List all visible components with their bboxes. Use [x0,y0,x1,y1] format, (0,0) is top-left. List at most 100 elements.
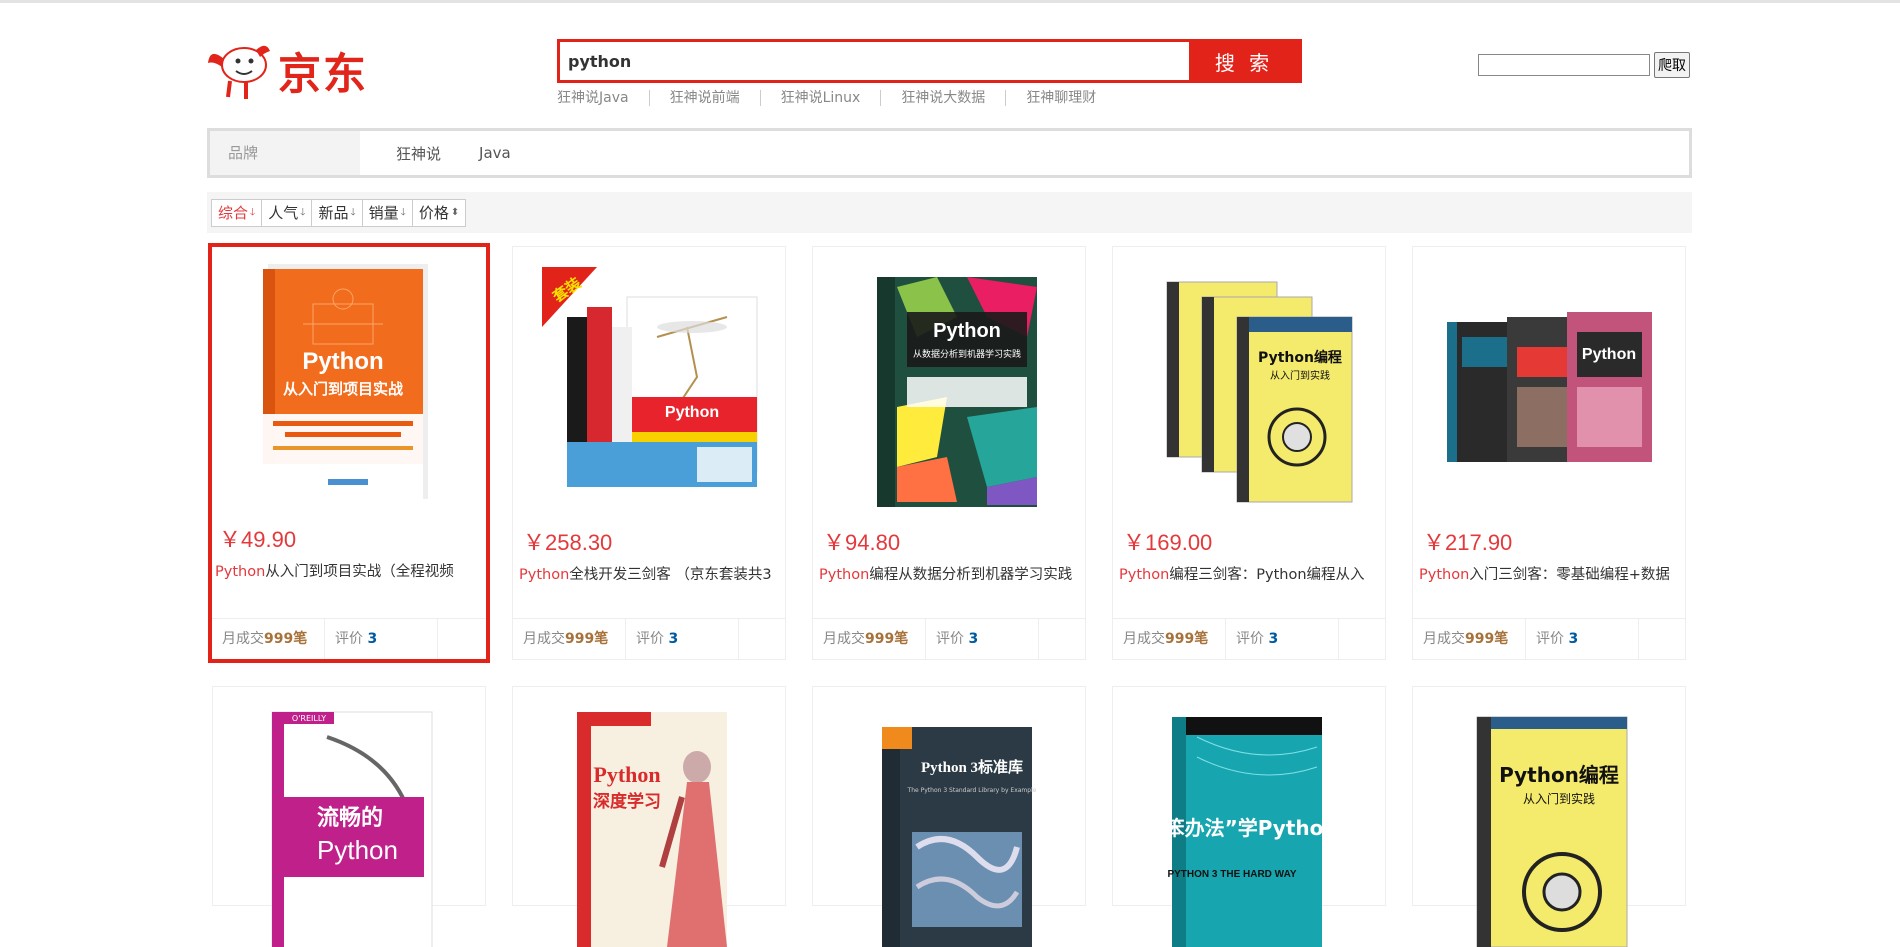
brand-filter: 品牌 狂神说 Java [207,128,1692,178]
search-box: 搜 索 [557,39,1302,83]
sales-label: 月成交 [222,631,264,647]
hotword-link[interactable]: 狂神说大数据 [880,90,1005,106]
sort-popularity[interactable]: 人气 🡓 [261,198,313,227]
sort-label: 人气 [268,203,299,222]
product-card[interactable]: Python ￥217.90 Python入门三剑客：零基础编程+数据 月成交9… [1412,246,1686,660]
product-card[interactable]: Python 深度学习 [512,686,786,947]
review-count[interactable]: 评价 3 [926,619,1039,659]
sales-label: 月成交 [523,631,565,647]
hotword-link[interactable]: 狂神说Linux [759,90,881,106]
title-rest: 入门三剑客：零基础编程+数据 [1469,567,1670,583]
monthly-sales: 月成交999笔 [813,619,926,659]
search-input[interactable] [560,42,1189,80]
brand-item[interactable]: 狂神说 [396,143,441,164]
product-card[interactable]: Python 从入门到项目实战 ￥49.90 Python从入门到项目实战（全程… [208,243,490,663]
review-value: 3 [968,631,979,647]
sales-value: 999笔 [264,631,308,647]
book-cover-image: Python编程 从入门到实践 [1476,716,1628,947]
cover-title: Python [665,404,719,421]
sales-value: 999笔 [1165,631,1209,647]
review-count[interactable]: 评价 3 [1226,619,1339,659]
sort-label: 新品 [318,203,349,222]
product-card[interactable]: Python 从数据分析到机器学习实践 ￥94.80 Python编程从数据分析… [812,246,1086,660]
cover-title: Python [593,762,660,787]
sort-bar: 综合 🡓 人气 🡓 新品 🡓 销量 🡓 价格 ⬍ [207,192,1692,233]
sort-label: 价格 [418,203,449,222]
product-price: ￥94.80 [823,530,901,555]
book-cover-image: Python 深度学习 [577,712,727,947]
product-card[interactable]: “笨办法”学Python 3 PYTHON 3 THE HARD WAY [1112,686,1386,947]
cover-title: Python编程 [1499,763,1619,787]
arrow-down-icon: 🡓 [350,206,356,218]
arrow-down-icon: 🡓 [400,206,406,218]
brand-item[interactable]: Java [479,144,511,162]
review-label: 评价 [335,631,363,647]
review-label: 评价 [936,631,964,647]
product-title[interactable]: Python全栈开发三剑客 （京东套装共3 [519,563,781,584]
product-title[interactable]: Python从入门到项目实战（全程视频 [215,560,477,581]
book-cover-image: O'REILLY 流畅的 Python [271,711,433,947]
review-count[interactable]: 评价 3 [325,619,438,659]
review-count[interactable]: 评价 3 [626,619,739,659]
title-keyword: Python [1419,567,1470,583]
book-cover-image: Python 从入门到项目实战 [263,264,428,499]
book-cover-image: Python编程 从入门到实践 [1166,281,1353,503]
product-title[interactable]: Python入门三剑客：零基础编程+数据 [1419,563,1681,584]
cover-title: 流畅的 [317,805,383,831]
crawl-keyword-input[interactable] [1478,54,1650,76]
sort-price[interactable]: 价格 ⬍ [411,198,467,227]
product-meta: 月成交999笔 评价 3 [1113,618,1385,659]
title-keyword: Python [1119,567,1170,583]
sales-label: 月成交 [1123,631,1165,647]
sales-label: 月成交 [823,631,865,647]
book-cover-image: Python 从数据分析到机器学习实践 [877,277,1037,507]
hotword-link[interactable]: 狂神聊理财 [1005,90,1116,106]
product-card[interactable]: Python编程 从入门到实践 ￥169.00 Python编程三剑客：Pyth… [1112,246,1386,660]
sort-label: 综合 [218,203,249,222]
crawl-button[interactable]: 爬取 [1654,52,1690,78]
cover-subtitle: 从入门到实践 [1270,369,1330,382]
sort-new[interactable]: 新品 🡓 [311,198,363,227]
product-meta: 月成交999笔 评价 3 [813,618,1085,659]
hotword-link[interactable]: 狂神说前端 [648,90,760,106]
cover-title: Python [1582,346,1636,363]
cover-subtitle: 从入门到实践 [1523,791,1595,806]
sort-sales[interactable]: 销量 🡓 [361,198,413,227]
jd-logo[interactable]: 京东 [206,41,376,101]
sales-value: 999笔 [565,631,609,647]
product-title[interactable]: Python编程三剑客：Python编程从入 [1119,563,1381,584]
cover-subtitle: Python [317,835,398,865]
title-rest: 全栈开发三剑客 （京东套装共3 [569,567,772,583]
search-button[interactable]: 搜 索 [1189,42,1299,80]
product-card[interactable]: Python编程 从入门到实践 [1412,686,1686,947]
arrow-down-icon: 🡓 [300,206,306,218]
title-keyword: Python [519,567,570,583]
product-card[interactable]: Python 3标准库 The Python 3 Standard Librar… [812,686,1086,947]
title-keyword: Python [819,567,870,583]
book-cover-image: “笨办法”学Python 3 PYTHON 3 THE HARD WAY [1151,717,1359,947]
arrow-down-icon: 🡓 [250,206,256,218]
monthly-sales: 月成交999笔 [513,619,626,659]
product-card[interactable]: Python 套装 ￥258.30 Python全栈开发三剑客 （京东套装共3 … [512,246,786,660]
crawl-form: 爬取 [1478,52,1690,78]
book-cover-image: Python [1447,312,1652,462]
product-price: ￥169.00 [1123,530,1213,555]
review-value: 3 [367,631,378,647]
sort-comprehensive[interactable]: 综合 🡓 [211,198,263,227]
page: 京东 搜 索 狂神说Java 狂神说前端 狂神说Linux 狂神说大数据 狂神聊… [0,3,1900,947]
sort-label: 销量 [368,203,399,222]
book-cover-image: Python 3标准库 The Python 3 Standard Librar… [882,727,1037,947]
review-count[interactable]: 评价 3 [1526,619,1639,659]
product-title[interactable]: Python编程从数据分析到机器学习实践 [819,563,1081,584]
joy-dog-icon [208,45,270,99]
cover-subtitle: The Python 3 Standard Library by Example [907,787,1037,794]
hotword-link[interactable]: 狂神说Java [557,90,649,106]
sales-value: 999笔 [865,631,909,647]
title-rest: 从入门到项目实战（全程视频 [265,564,454,580]
product-card[interactable]: O'REILLY 流畅的 Python [212,686,486,947]
review-label: 评价 [1536,631,1564,647]
review-label: 评价 [1236,631,1264,647]
publisher-label: O'REILLY [292,714,326,723]
review-value: 3 [1568,631,1579,647]
product-price: ￥49.90 [219,527,297,552]
